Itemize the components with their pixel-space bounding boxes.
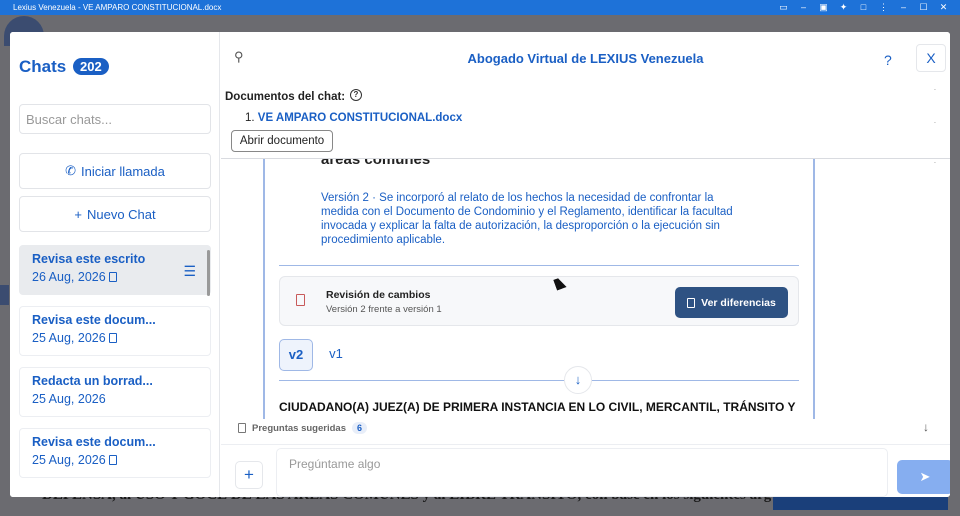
sidebar-scrollbar[interactable] bbox=[207, 250, 210, 296]
revision-card: Revisión de cambios Versión 2 frente a v… bbox=[279, 276, 799, 326]
chat-title: Revisa este docum... bbox=[32, 313, 156, 327]
help-circle-icon[interactable]: ? bbox=[350, 89, 362, 101]
chat-list-item[interactable]: Revisa este docum... 25 Aug, 2026 bbox=[19, 428, 211, 478]
scroll-tick: ˙ bbox=[934, 161, 937, 170]
document-icon bbox=[108, 455, 117, 465]
version-note: Versión 2 · Se incorporó al relato de lo… bbox=[321, 192, 733, 246]
maximize-window-icon[interactable]: ☐ bbox=[919, 3, 928, 12]
help-button[interactable]: ? bbox=[884, 52, 892, 68]
chat-modal: Chats 202 ✆ Iniciar llamada + Nuevo Chat… bbox=[10, 32, 950, 497]
view-differences-label: Ver diferencias bbox=[701, 296, 776, 309]
documents-label: Documentos del chat: bbox=[225, 91, 346, 103]
chat-list-item[interactable]: Revisa este docum... 25 Aug, 2026 bbox=[19, 306, 211, 356]
document-icon bbox=[296, 294, 305, 306]
chat-title: Revisa este escrito bbox=[32, 252, 146, 266]
view-differences-button[interactable]: Ver diferencias bbox=[675, 287, 788, 318]
phone-icon: ✆ bbox=[65, 163, 77, 178]
sidebar-title: Chats bbox=[19, 57, 67, 76]
scroll-tick: ˙ bbox=[934, 121, 937, 130]
plus-icon: + bbox=[74, 206, 82, 222]
minimize-window-icon[interactable]: – bbox=[899, 3, 908, 12]
composer-divider bbox=[221, 444, 950, 445]
revision-subtitle: Versión 2 frente a versión 1 bbox=[326, 304, 442, 315]
restore-icon[interactable]: ▣ bbox=[819, 3, 828, 12]
window-icon[interactable]: □ bbox=[859, 3, 868, 12]
suggestions-count-badge: 6 bbox=[351, 422, 367, 434]
chat-list-item[interactable]: Revisa este escrito 26 Aug, 2026 ☰ bbox=[19, 245, 211, 295]
document-list-item: 1. VE AMPARO CONSTITUCIONAL.docx bbox=[245, 112, 462, 124]
open-document-button[interactable]: Abrir documento bbox=[231, 130, 333, 152]
start-call-button[interactable]: ✆ Iniciar llamada bbox=[19, 153, 211, 189]
background-sidebar-toggle bbox=[0, 285, 9, 305]
os-title-bar: Lexius Venezuela - VE AMPARO CONSTITUCIO… bbox=[0, 0, 960, 15]
document-icon bbox=[687, 297, 696, 308]
chat-menu-icon[interactable]: ☰ bbox=[183, 263, 196, 280]
chat-date: 26 Aug, 2026 bbox=[32, 270, 106, 284]
document-link[interactable]: VE AMPARO CONSTITUCIONAL.docx bbox=[258, 112, 462, 124]
version-tab-v2[interactable]: v2 bbox=[279, 339, 313, 371]
suggested-questions-label: Preguntas sugeridas bbox=[252, 422, 346, 434]
chat-date: 25 Aug, 2026 bbox=[32, 331, 106, 345]
send-button[interactable]: ➤ bbox=[897, 460, 950, 494]
section-heading: áreas comunes bbox=[321, 159, 431, 168]
chat-sidebar: Chats 202 ✆ Iniciar llamada + Nuevo Chat… bbox=[10, 32, 220, 497]
attach-button[interactable]: + bbox=[235, 461, 263, 489]
chat-list-item[interactable]: Redacta un borrad... 25 Aug, 2026 bbox=[19, 367, 211, 417]
document-icon bbox=[108, 272, 117, 282]
close-button[interactable]: X bbox=[916, 44, 946, 72]
document-index: 1. bbox=[245, 112, 255, 124]
chat-title: Revisa este docum... bbox=[32, 435, 156, 449]
new-chat-button[interactable]: + Nuevo Chat bbox=[19, 196, 211, 232]
scroll-down-arrow-icon[interactable]: ↓ bbox=[564, 366, 592, 394]
chevron-down-icon[interactable]: ↓ bbox=[923, 420, 929, 434]
more-icon[interactable]: ⋮ bbox=[879, 3, 888, 12]
start-call-label: Iniciar llamada bbox=[81, 163, 165, 179]
document-body-text: CIUDADANO(A) JUEZ(A) DE PRIMERA INSTANCI… bbox=[279, 400, 796, 414]
document-icon bbox=[238, 423, 246, 433]
chat-count-badge: 202 bbox=[73, 58, 109, 75]
document-icon bbox=[108, 333, 117, 343]
os-window-title: Lexius Venezuela - VE AMPARO CONSTITUCIO… bbox=[13, 3, 222, 12]
chat-date: 25 Aug, 2026 bbox=[32, 392, 106, 406]
section-divider bbox=[279, 380, 799, 381]
chat-list: Revisa este escrito 26 Aug, 2026 ☰ Revis… bbox=[19, 245, 211, 497]
chat-date: 25 Aug, 2026 bbox=[32, 453, 106, 467]
chat-title: Redacta un borrad... bbox=[32, 374, 153, 388]
scroll-tick: ˙ bbox=[934, 88, 937, 97]
suggested-questions[interactable]: Preguntas sugeridas 6 bbox=[238, 422, 367, 434]
minimize-icon[interactable]: ‒ bbox=[799, 3, 808, 12]
extensions-icon[interactable]: ✦ bbox=[839, 3, 848, 12]
message-input[interactable] bbox=[276, 448, 888, 497]
chat-main-panel: ⚲ Abogado Virtual de LEXIUS Venezuela ? … bbox=[221, 32, 950, 497]
section-divider bbox=[279, 265, 799, 266]
revision-title: Revisión de cambios bbox=[326, 289, 431, 301]
new-chat-label: Nuevo Chat bbox=[86, 206, 156, 222]
search-chats-input[interactable] bbox=[19, 104, 211, 134]
version-tab-v1[interactable]: v1 bbox=[323, 339, 349, 371]
assistant-title: Abogado Virtual de LEXIUS Venezuela bbox=[467, 51, 704, 66]
cast-icon[interactable]: ▭ bbox=[779, 3, 788, 12]
message-content: áreas comunes Versión 2 · Se incorporó a… bbox=[263, 159, 815, 419]
close-window-icon[interactable]: ✕ bbox=[939, 3, 948, 12]
